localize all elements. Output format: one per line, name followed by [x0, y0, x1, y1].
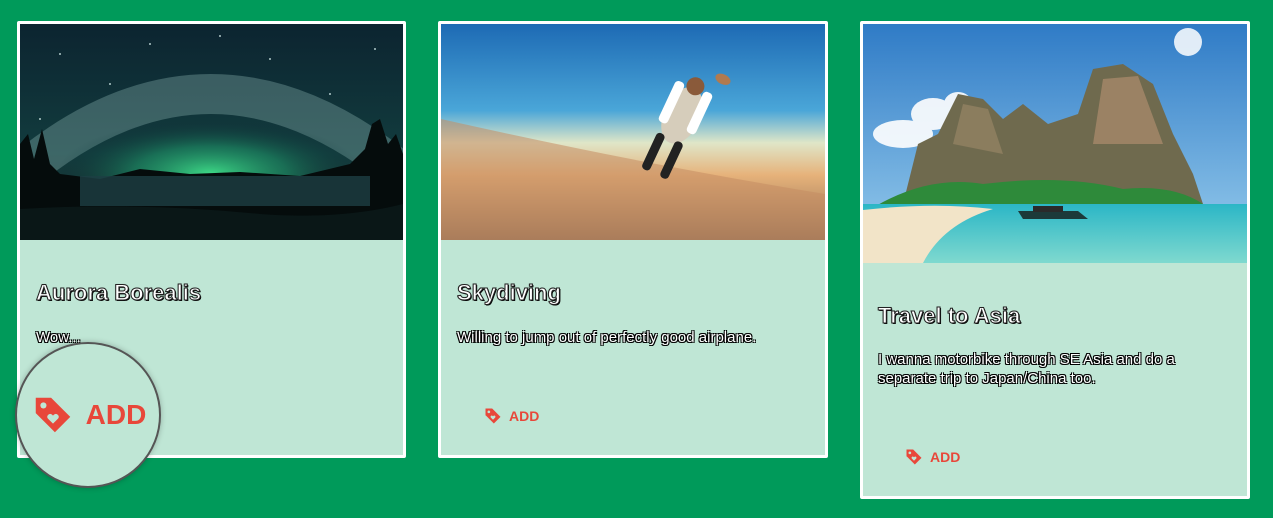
- card-skydiving: Skydiving Willing to jump out of perfect…: [438, 21, 828, 458]
- card-title: Aurora Borealis: [35, 280, 202, 306]
- add-button-label: ADD: [930, 449, 961, 465]
- skydiving-photo: [441, 24, 825, 240]
- tag-heart-icon: [485, 408, 501, 424]
- aurora-photo: [20, 24, 403, 240]
- card-travel-to-asia: Travel to Asia I wanna motorbike through…: [860, 21, 1250, 499]
- tag-heart-icon: [906, 449, 922, 465]
- add-button-label: ADD: [509, 408, 540, 424]
- magnified-add-label: ADD: [85, 399, 147, 430]
- card-description: Willing to jump out of perfectly good ai…: [457, 329, 757, 346]
- add-button[interactable]: ADD: [483, 406, 539, 426]
- magnified-add-button[interactable]: ADD: [15, 342, 161, 488]
- card-title: Skydiving: [457, 280, 562, 306]
- card-title: Travel to Asia: [877, 303, 1021, 329]
- add-button[interactable]: ADD: [904, 447, 960, 467]
- card-description: I wanna motorbike through SE Asia and do…: [878, 351, 1175, 387]
- travel-photo: [863, 24, 1247, 263]
- tag-heart-icon: [35, 397, 70, 433]
